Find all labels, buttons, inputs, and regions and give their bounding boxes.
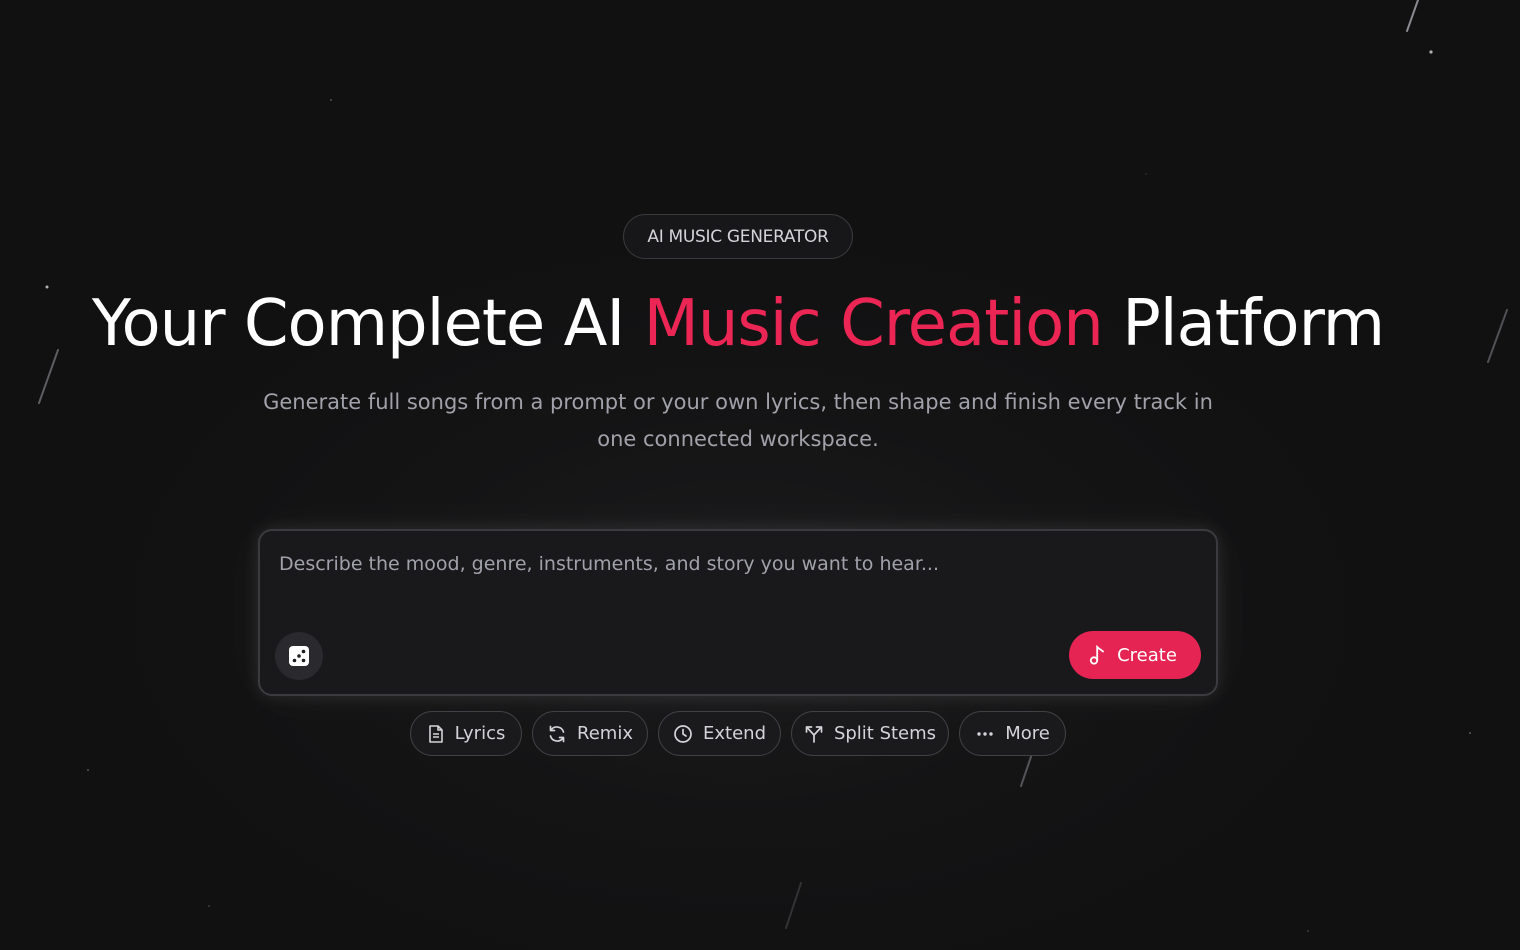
title-text-start: Your Complete AI	[91, 287, 644, 361]
page-subtitle: Generate full songs from a prompt or you…	[263, 390, 1213, 451]
prompt-input[interactable]	[279, 553, 1179, 575]
starfield-background	[38, 0, 1508, 932]
page-title: Your Complete AI Music Creation Platform	[0, 282, 1476, 366]
landing-page: AI MUSIC GENERATOR Your Complete AI Musi…	[0, 0, 1520, 950]
random-prompt-button[interactable]	[275, 632, 323, 680]
create-button[interactable]: Create	[1069, 631, 1201, 679]
create-button-label: Create	[1117, 644, 1177, 666]
extend-chip[interactable]: Extend	[658, 711, 781, 756]
title-accent-text: Music Creation	[643, 287, 1104, 361]
remix-chip[interactable]: Remix	[532, 711, 648, 756]
more-chip-label: More	[1005, 723, 1050, 744]
dice-icon	[289, 646, 309, 666]
more-chip[interactable]: More	[959, 711, 1066, 756]
category-badge: AI MUSIC GENERATOR	[623, 214, 853, 259]
ellipsis-icon	[977, 731, 993, 736]
clock-icon	[674, 724, 692, 743]
lyrics-chip[interactable]: Lyrics	[410, 711, 522, 756]
document-icon	[428, 724, 443, 743]
extend-chip-label: Extend	[703, 723, 766, 744]
music-note-icon	[1089, 645, 1104, 665]
title-text-end: Platform	[1102, 287, 1385, 361]
remix-chip-label: Remix	[577, 723, 633, 744]
split-stems-chip-label: Split Stems	[833, 723, 937, 744]
refresh-icon	[549, 725, 565, 742]
split-stems-chip[interactable]: Split Stems	[791, 711, 949, 756]
prompt-composer: Create	[258, 529, 1218, 696]
lyrics-chip-label: Lyrics	[454, 723, 506, 744]
split-icon	[805, 725, 823, 743]
